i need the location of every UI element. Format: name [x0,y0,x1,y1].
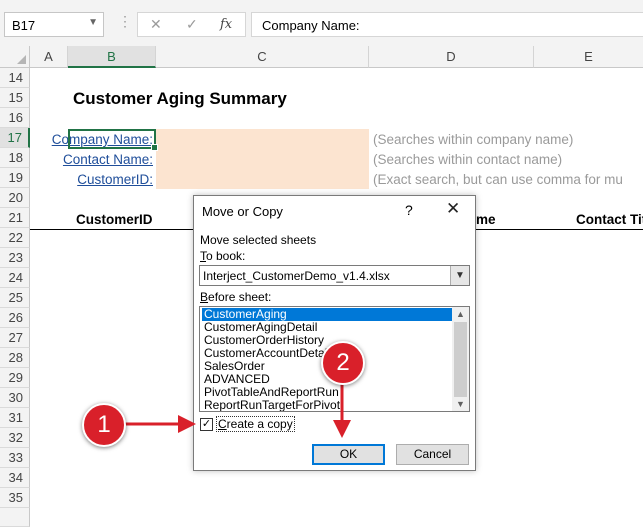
annotation-arrows [122,372,351,438]
step-2-badge: 2 [321,341,365,385]
step-1-badge: 1 [82,403,126,447]
